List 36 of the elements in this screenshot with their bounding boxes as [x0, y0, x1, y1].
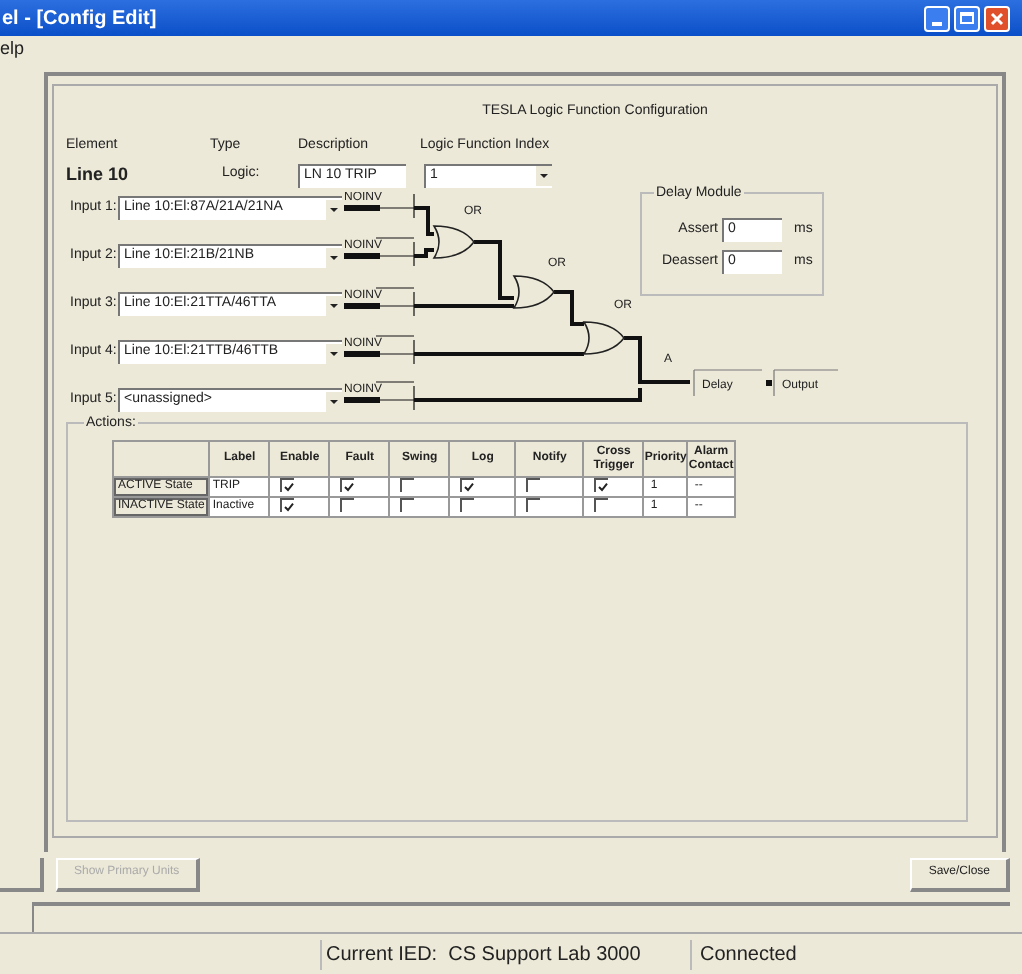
caret-icon	[536, 166, 552, 186]
checkbox[interactable]	[280, 498, 295, 513]
wire	[414, 206, 434, 236]
input-wire	[344, 381, 415, 411]
checkbox[interactable]	[400, 478, 415, 492]
menu-item[interactable]: elp	[0, 36, 37, 64]
wire	[414, 304, 514, 308]
checkbox[interactable]	[280, 478, 295, 493]
close-icon[interactable]	[984, 5, 1010, 31]
checkbox[interactable]	[526, 498, 541, 512]
checkbox[interactable]	[400, 498, 415, 512]
element-name: Line 10	[66, 161, 131, 188]
checkbox[interactable]	[594, 478, 609, 493]
or-gate	[513, 275, 555, 309]
checkbox[interactable]	[526, 478, 541, 492]
checkbox[interactable]	[460, 478, 475, 493]
status-text: Current IED: CS Support Lab 3000	[320, 939, 690, 969]
wire	[474, 240, 514, 300]
wire	[414, 248, 434, 258]
checkbox[interactable]	[594, 498, 609, 512]
minimize-icon[interactable]	[924, 5, 950, 31]
cut-off-button[interactable]	[0, 857, 44, 891]
or-gate	[433, 225, 475, 259]
checkbox[interactable]	[460, 498, 475, 512]
wire	[554, 290, 584, 326]
input-wire	[344, 237, 415, 267]
input-wire	[344, 287, 415, 317]
checkbox[interactable]	[340, 478, 355, 493]
window-title: el - [Config Edit]	[0, 5, 157, 33]
or-gate	[583, 321, 625, 355]
input-wire	[344, 192, 415, 219]
maximize-icon[interactable]	[954, 5, 980, 31]
input-wire	[344, 335, 415, 365]
checkbox[interactable]	[340, 498, 355, 512]
status-text: Connected	[690, 939, 970, 969]
wire	[624, 336, 690, 384]
